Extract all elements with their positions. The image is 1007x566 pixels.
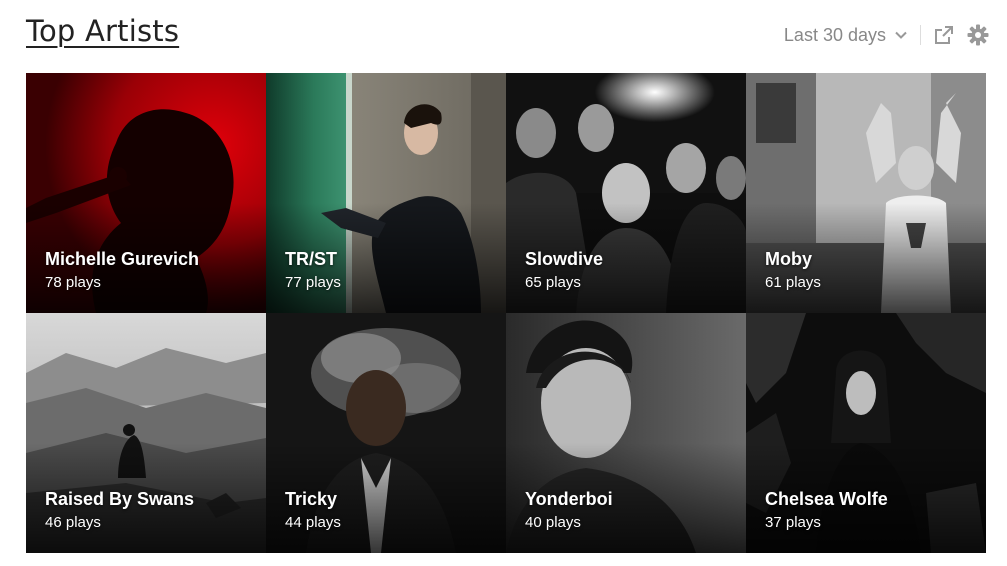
artist-play-count: 78 plays bbox=[45, 274, 101, 291]
artist-name: Tricky bbox=[285, 489, 338, 509]
share-icon bbox=[935, 26, 953, 44]
share-button[interactable] bbox=[933, 24, 955, 46]
artist-tile-michelle-gurevich[interactable]: Michelle Gurevich 78 plays bbox=[26, 73, 266, 313]
artist-play-count: 61 plays bbox=[765, 274, 821, 291]
artist-name: Yonderboi bbox=[525, 489, 613, 509]
artist-play-count: 37 plays bbox=[765, 514, 821, 531]
artist-play-count: 46 plays bbox=[45, 514, 101, 531]
page-title[interactable]: Top Artists bbox=[26, 14, 179, 48]
artist-tile-chelsea-wolfe[interactable]: Chelsea Wolfe 37 plays bbox=[746, 313, 986, 553]
artist-tile-slowdive[interactable]: Slowdive 65 plays bbox=[506, 73, 746, 313]
artist-name: Raised By Swans bbox=[45, 489, 195, 509]
artist-grid: Michelle Gurevich 78 plays TR/ST 77 play… bbox=[26, 73, 986, 553]
artist-play-count: 40 plays bbox=[525, 514, 581, 531]
artist-name: Moby bbox=[765, 249, 812, 269]
divider bbox=[920, 25, 921, 45]
artist-tile-raised-by-swans[interactable]: Raised By Swans 46 plays bbox=[26, 313, 266, 553]
artist-name: Michelle Gurevich bbox=[45, 249, 200, 269]
period-label: Last 30 days bbox=[783, 24, 886, 45]
header-controls: Last 30 days bbox=[784, 22, 989, 48]
artist-play-count: 65 plays bbox=[525, 274, 581, 291]
artist-play-count: 77 plays bbox=[285, 274, 341, 291]
period-dropdown[interactable]: Last 30 days bbox=[784, 25, 908, 46]
chevron-down-icon bbox=[895, 31, 907, 39]
artist-play-count: 44 plays bbox=[285, 514, 341, 531]
artist-tile-tricky[interactable]: Tricky 44 plays bbox=[266, 313, 506, 553]
artist-tile-yonderboi[interactable]: Yonderboi 40 plays bbox=[506, 313, 746, 553]
artist-name: Chelsea Wolfe bbox=[765, 489, 888, 509]
artist-name: Slowdive bbox=[525, 249, 604, 269]
artist-tile-moby[interactable]: Moby 61 plays bbox=[746, 73, 986, 313]
gear-icon bbox=[967, 24, 989, 46]
artist-name: TR/ST bbox=[285, 249, 337, 269]
artist-tile-trst[interactable]: TR/ST 77 plays bbox=[266, 73, 506, 313]
settings-button[interactable] bbox=[967, 24, 989, 46]
